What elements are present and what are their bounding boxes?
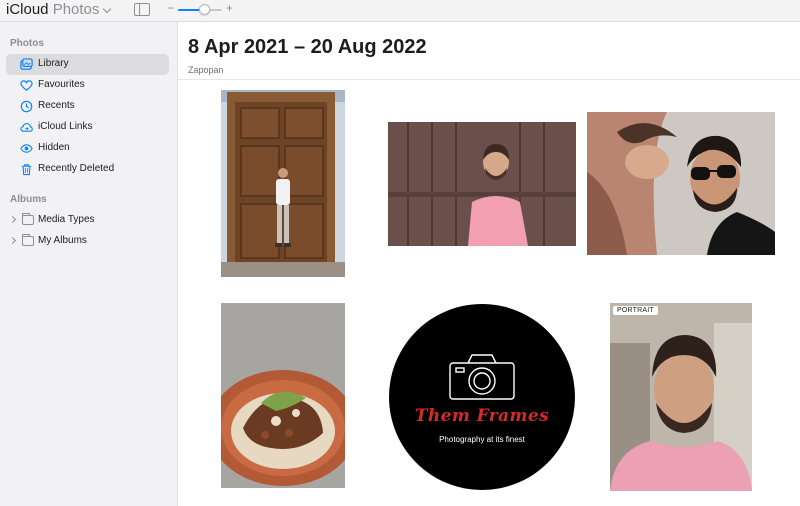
photo-image (587, 112, 775, 255)
sidebar-item-favourites[interactable]: Favourites (6, 75, 169, 96)
sidebar-item-label: iCloud Links (38, 121, 93, 132)
photo-image (221, 303, 345, 488)
eye-icon (20, 144, 33, 153)
sidebar-item-hidden[interactable]: Hidden (6, 138, 169, 159)
sidebar-item-label: Library (38, 58, 69, 69)
sidebar-item-label: Hidden (38, 142, 70, 153)
zoom-out-button[interactable]: − (167, 1, 174, 15)
sidebar-item-label: My Albums (38, 235, 87, 246)
app-title[interactable]: iCloud Photos (6, 1, 99, 18)
sidebar-item-label: Recents (38, 100, 75, 111)
cloud-icon (20, 123, 33, 132)
sidebar-item-recents[interactable]: Recents (6, 96, 169, 117)
location-label: Zapopan (188, 65, 224, 75)
photo-thumbnail-taco[interactable] (221, 303, 345, 488)
folder-icon (22, 234, 34, 246)
sidebar-toggle-icon[interactable] (134, 3, 150, 16)
sidebar-item-my-albums[interactable]: My Albums (6, 231, 169, 252)
logo-title: Them Frames (414, 406, 550, 426)
chevron-right-icon[interactable] (8, 236, 17, 245)
app-brand: iCloud (6, 1, 49, 18)
photo-image (221, 90, 345, 277)
portrait-badge: PORTRAIT (613, 306, 658, 315)
clock-icon (20, 100, 33, 113)
section-label-photos: Photos (10, 38, 44, 49)
app-product: Photos (52, 1, 100, 18)
sidebar-item-label: Favourites (38, 79, 85, 90)
zoom-slider-knob[interactable] (199, 4, 210, 15)
sidebar-item-media-types[interactable]: Media Types (6, 210, 169, 231)
folder-icon (22, 213, 34, 225)
divider (178, 79, 800, 80)
heart-icon (20, 80, 33, 91)
sidebar-item-label: Media Types (38, 214, 95, 225)
chevron-right-icon[interactable] (8, 215, 17, 224)
trash-icon (21, 164, 32, 176)
photo-thumbnail-couple-selfie[interactable] (587, 112, 775, 255)
toolbar: iCloud Photos − + (0, 0, 800, 22)
photo-thumbnail-man-pink-shirt[interactable] (388, 122, 576, 246)
photo-thumbnail-portrait[interactable]: PORTRAIT (610, 303, 752, 491)
photo-grid-area: 8 Apr 2021 – 20 Aug 2022 Zapopan Them Fr… (178, 22, 800, 506)
zoom-in-button[interactable]: + (226, 1, 233, 15)
page-title: 8 Apr 2021 – 20 Aug 2022 (188, 36, 427, 58)
library-icon (20, 58, 33, 70)
sidebar-item-icloud-links[interactable]: iCloud Links (6, 117, 169, 138)
sidebar-item-recently-deleted[interactable]: Recently Deleted (6, 159, 169, 180)
sidebar-item-library[interactable]: Library (6, 54, 169, 75)
section-label-albums: Albums (10, 194, 47, 205)
sidebar: Photos Library Favourites Recents iCloud… (0, 22, 178, 506)
photo-image (388, 303, 576, 491)
photo-image (610, 303, 752, 491)
chevron-down-icon[interactable] (102, 4, 112, 14)
logo-tagline: Photography at its finest (439, 435, 525, 444)
photo-thumbnail-them-frames-logo[interactable]: Them Frames Photography at its finest (388, 303, 576, 491)
photo-thumbnail-man-at-door[interactable] (221, 90, 345, 277)
sidebar-item-label: Recently Deleted (38, 163, 115, 174)
photo-image (388, 122, 576, 246)
